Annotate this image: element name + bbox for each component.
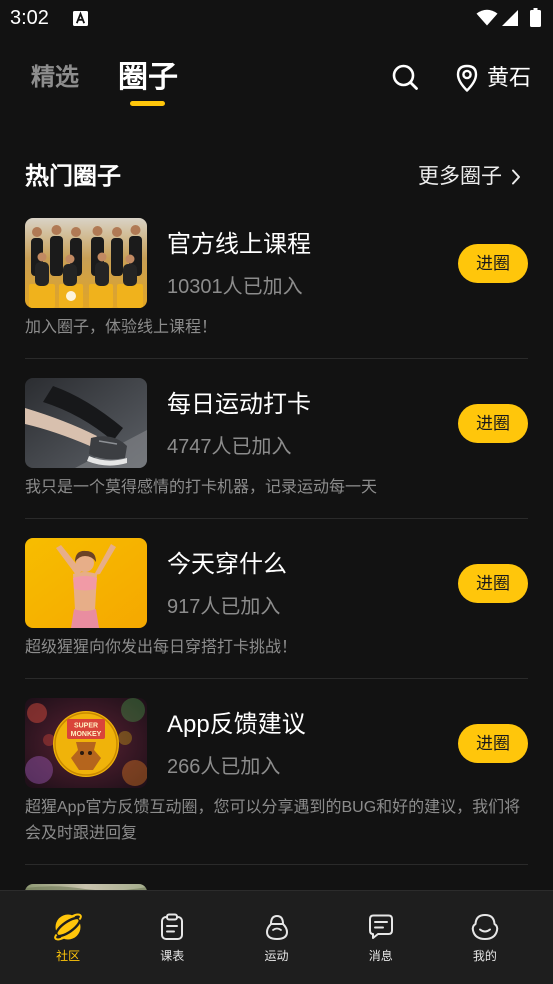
circle-title: 每日运动打卡 — [167, 391, 311, 418]
circle-cover-image[interactable] — [25, 378, 147, 468]
circle-member-count: 10301人已加入 — [167, 276, 303, 298]
location-pin-icon — [455, 64, 479, 92]
circle-item-header: 今天穿什么 917人已加入 进圈 — [25, 538, 528, 628]
join-circle-button[interactable]: 进圈 — [458, 404, 528, 443]
signal-icon — [502, 10, 518, 26]
circle-item-header: 每日运动打卡 4747人已加入 进圈 — [25, 378, 528, 468]
circle-item[interactable]: SUPER MONKEY App反馈建议 266人已加入 进圈 超猩App官方反… — [25, 679, 528, 865]
circle-member-count: 266人已加入 — [167, 756, 281, 778]
active-tab-indicator — [130, 101, 165, 106]
community-planet-icon — [53, 912, 83, 942]
circle-member-count: 4747人已加入 — [167, 436, 292, 458]
circle-description: 超级猩猩向你发出每日穿搭打卡挑战！ — [25, 639, 298, 656]
search-icon[interactable] — [391, 63, 419, 91]
battery-icon — [530, 8, 541, 27]
nav-item-community[interactable]: 社区 — [16, 891, 120, 984]
circle-item[interactable]: 官方线上课程 10301人已加入 进圈 加入圈子，体验线上课程！ — [25, 218, 528, 359]
nav-label: 消息 — [368, 949, 393, 963]
nav-label: 我的 — [472, 949, 497, 963]
circle-title: 今天穿什么 — [167, 551, 287, 578]
circle-cover-image[interactable] — [25, 538, 147, 628]
status-time: 3:02 — [10, 7, 49, 29]
a-notification-icon — [73, 11, 88, 26]
circle-item[interactable]: 每日运动打卡 4747人已加入 进圈 我只是一个莫得感情的打卡机器，记录运动每一… — [25, 359, 528, 519]
nav-item-workout[interactable]: 运动 — [224, 891, 328, 984]
circle-title: App反馈建议 — [167, 711, 306, 738]
wifi-icon — [476, 9, 498, 26]
circle-cover-image[interactable] — [25, 218, 147, 308]
nav-item-messages[interactable]: 消息 — [329, 891, 433, 984]
logo-text-line-2: MONKEY — [71, 731, 102, 738]
nav-item-schedule[interactable]: 课表 — [120, 891, 224, 984]
message-bubble-icon — [366, 912, 396, 942]
monkey-profile-icon — [470, 912, 500, 942]
circle-title: 官方线上课程 — [167, 231, 311, 258]
more-circles-link[interactable]: 更多圈子 — [418, 163, 521, 191]
join-circle-button[interactable]: 进圈 — [458, 564, 528, 603]
circle-description: 超猩App官方反馈互动圈，您可以分享遇到的BUG和好的建议，我们将会及时跟进回复 — [25, 799, 521, 842]
circle-info: App反馈建议 266人已加入 — [167, 698, 458, 783]
clipboard-icon — [157, 912, 187, 942]
chevron-right-icon — [511, 169, 521, 185]
circle-item-header: SUPER MONKEY App反馈建议 266人已加入 进圈 — [25, 698, 528, 788]
circle-description: 加入圈子，体验线上课程！ — [25, 319, 218, 336]
kettlebell-icon — [262, 912, 292, 942]
nav-label: 社区 — [56, 949, 81, 963]
nav-label: 运动 — [264, 949, 289, 963]
circle-member-count: 917人已加入 — [167, 596, 281, 618]
join-circle-button[interactable]: 进圈 — [458, 244, 528, 283]
location-selector[interactable]: 黄石 — [455, 63, 531, 93]
hot-circles-list: 官方线上课程 10301人已加入 进圈 加入圈子，体验线上课程！ 每日运动打卡 … — [25, 218, 528, 974]
status-bar: 3:02 — [0, 0, 553, 38]
circle-item-header: 官方线上课程 10301人已加入 进圈 — [25, 218, 528, 308]
circle-item[interactable]: 今天穿什么 917人已加入 进圈 超级猩猩向你发出每日穿搭打卡挑战！ — [25, 519, 528, 679]
logo-text-line-1: SUPER — [74, 723, 98, 730]
tab-featured[interactable]: 精选 — [31, 63, 79, 93]
nav-item-profile[interactable]: 我的 — [433, 891, 537, 984]
circle-info: 每日运动打卡 4747人已加入 — [167, 378, 458, 463]
circle-info: 今天穿什么 917人已加入 — [167, 538, 458, 623]
section-title: 热门圈子 — [25, 163, 121, 190]
nav-label: 课表 — [160, 949, 185, 963]
more-circles-label: 更多圈子 — [418, 165, 502, 188]
location-label: 黄石 — [487, 65, 532, 90]
circle-description: 我只是一个莫得感情的打卡机器，记录运动每一天 — [25, 479, 378, 496]
tab-circles[interactable]: 圈子 — [118, 60, 178, 96]
join-circle-button[interactable]: 进圈 — [458, 724, 528, 763]
circle-cover-image[interactable]: SUPER MONKEY — [25, 698, 147, 788]
bottom-navigation: 社区 课表 运动 消息 我的 — [0, 890, 553, 984]
circle-info: 官方线上课程 10301人已加入 — [167, 218, 458, 303]
